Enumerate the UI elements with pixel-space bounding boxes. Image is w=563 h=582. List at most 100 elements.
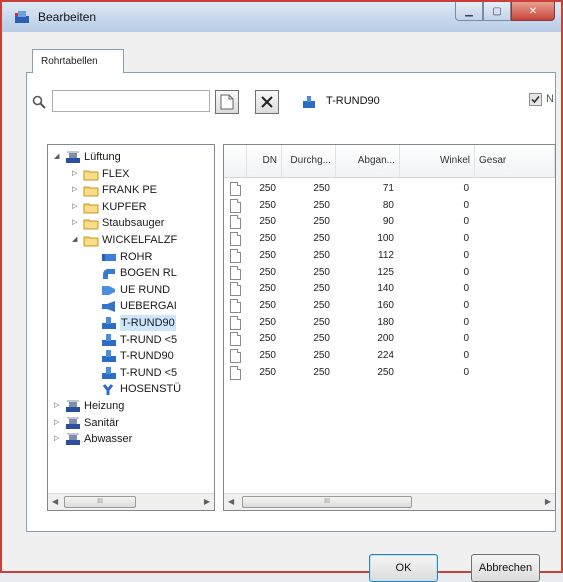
table-cell[interactable]: 125: [336, 265, 400, 281]
table-cell[interactable]: 0: [400, 265, 475, 281]
scroll-left-icon[interactable]: ◀: [52, 497, 58, 506]
table-cell[interactable]: 0: [400, 248, 475, 264]
tab-rohrtabellen[interactable]: Rohrtabellen: [32, 49, 124, 73]
table-cell[interactable]: 0: [400, 281, 475, 297]
table-cell[interactable]: 250: [247, 265, 282, 281]
table-cell[interactable]: 0: [400, 348, 475, 364]
table-row[interactable]: 250 250 250 0: [224, 365, 555, 381]
table-row[interactable]: 250 250 100 0: [224, 231, 555, 247]
scroll-left-icon[interactable]: ◀: [228, 497, 234, 506]
tree-view[interactable]: ◢ Lüftung ▷ FLEX ▷ FRANK PE ▷ KUPFER ▷ Staubsauge…: [47, 144, 215, 511]
table-cell[interactable]: 200: [336, 331, 400, 347]
expand-arrow-icon[interactable]: ▷: [72, 182, 80, 198]
title-bar[interactable]: Bearbeiten ▁ ▢ ✕: [2, 2, 561, 32]
table-cell[interactable]: 250: [247, 298, 282, 314]
table-row[interactable]: 250 250 224 0: [224, 348, 555, 364]
table-cell[interactable]: 0: [400, 231, 475, 247]
table-cell[interactable]: 160: [336, 298, 400, 314]
table-cell[interactable]: 250: [247, 181, 282, 197]
maximize-button[interactable]: ▢: [483, 2, 511, 21]
table-row[interactable]: 250 250 80 0: [224, 198, 555, 214]
column-header-gesamt[interactable]: Gesar: [475, 145, 555, 177]
table-cell[interactable]: 250: [282, 281, 336, 297]
tree-horizontal-scrollbar[interactable]: ◀ III ▶: [48, 493, 214, 510]
table-cell[interactable]: 250: [247, 315, 282, 331]
table-cell[interactable]: 250: [247, 331, 282, 347]
scroll-thumb[interactable]: III: [64, 496, 136, 508]
table-cell[interactable]: 0: [400, 315, 475, 331]
table-cell[interactable]: 250: [282, 331, 336, 347]
cancel-button[interactable]: Abbrechen: [471, 554, 540, 582]
tree-node-label: Sanitär: [84, 416, 119, 429]
table-cell[interactable]: 250: [282, 348, 336, 364]
table-cell[interactable]: 0: [400, 298, 475, 314]
search-input[interactable]: [52, 90, 210, 112]
table-cell[interactable]: 0: [400, 198, 475, 214]
table-cell[interactable]: 250: [247, 281, 282, 297]
table-cell[interactable]: 250: [247, 214, 282, 230]
table-cell[interactable]: 250: [247, 248, 282, 264]
table-row[interactable]: 250 250 71 0: [224, 181, 555, 197]
table-cell[interactable]: 250: [247, 231, 282, 247]
column-header-dn[interactable]: DN: [247, 145, 282, 177]
table-cell[interactable]: 90: [336, 214, 400, 230]
table-row[interactable]: 250 250 200 0: [224, 331, 555, 347]
close-button[interactable]: ✕: [511, 2, 555, 21]
table-cell[interactable]: 0: [400, 365, 475, 381]
table-cell[interactable]: 100: [336, 231, 400, 247]
table-cell[interactable]: 250: [247, 365, 282, 381]
table-cell[interactable]: 250: [282, 248, 336, 264]
table-row[interactable]: 250 250 112 0: [224, 248, 555, 264]
column-header-winkel[interactable]: Winkel: [400, 145, 475, 177]
table-row[interactable]: 250 250 125 0: [224, 265, 555, 281]
table-cell[interactable]: 250: [282, 298, 336, 314]
table-cell[interactable]: 250: [282, 315, 336, 331]
collapse-arrow-icon[interactable]: ◢: [54, 149, 62, 165]
table-cell[interactable]: 250: [282, 198, 336, 214]
table-cell[interactable]: 250: [282, 365, 336, 381]
folder-icon: [83, 236, 99, 247]
grid-horizontal-scrollbar[interactable]: ◀ III ▶: [224, 493, 555, 510]
minimize-button[interactable]: ▁: [455, 2, 483, 21]
collapse-arrow-icon[interactable]: ◢: [72, 232, 80, 248]
expand-arrow-icon[interactable]: ▷: [54, 431, 62, 447]
options-checkbox[interactable]: [529, 93, 542, 106]
table-cell[interactable]: 250: [282, 265, 336, 281]
expand-arrow-icon[interactable]: ▷: [54, 415, 62, 431]
table-row[interactable]: 250 250 180 0: [224, 315, 555, 331]
table-cell[interactable]: 140: [336, 281, 400, 297]
table-cell[interactable]: 250: [282, 231, 336, 247]
table-cell[interactable]: 250: [282, 214, 336, 230]
expand-arrow-icon[interactable]: ▷: [72, 199, 80, 215]
table-cell[interactable]: 80: [336, 198, 400, 214]
expand-arrow-icon[interactable]: ▷: [72, 215, 80, 231]
table-cell[interactable]: 0: [400, 214, 475, 230]
table-cell[interactable]: 250: [282, 181, 336, 197]
column-header-durchgang[interactable]: Durchg...: [282, 145, 336, 177]
table-cell[interactable]: 180: [336, 315, 400, 331]
tee-icon: [102, 317, 116, 329]
table-cell[interactable]: 71: [336, 181, 400, 197]
table-cell[interactable]: 250: [247, 198, 282, 214]
table-row[interactable]: 250 250 90 0: [224, 214, 555, 230]
table-row[interactable]: 250 250 140 0: [224, 281, 555, 297]
table-cell[interactable]: 112: [336, 248, 400, 264]
column-header-abgang[interactable]: Abgan...: [336, 145, 400, 177]
table-cell[interactable]: 0: [400, 181, 475, 197]
table-row[interactable]: 250 250 160 0: [224, 298, 555, 314]
ok-button[interactable]: OK: [369, 554, 438, 582]
table-cell[interactable]: 250: [247, 348, 282, 364]
selected-table-name: T-RUND90: [326, 95, 380, 107]
document-icon: [230, 198, 241, 213]
expand-arrow-icon[interactable]: ▷: [54, 398, 62, 414]
data-grid[interactable]: DN Durchg... Abgan... Winkel Gesar 250 25…: [223, 144, 556, 511]
table-cell[interactable]: 224: [336, 348, 400, 364]
table-cell[interactable]: 250: [336, 365, 400, 381]
new-table-button[interactable]: [215, 90, 239, 114]
scroll-right-icon[interactable]: ▶: [545, 497, 551, 506]
scroll-thumb[interactable]: III: [242, 496, 412, 508]
table-cell[interactable]: 0: [400, 331, 475, 347]
expand-arrow-icon[interactable]: ▷: [72, 166, 80, 182]
scroll-right-icon[interactable]: ▶: [204, 497, 210, 506]
delete-table-button[interactable]: [255, 90, 279, 114]
